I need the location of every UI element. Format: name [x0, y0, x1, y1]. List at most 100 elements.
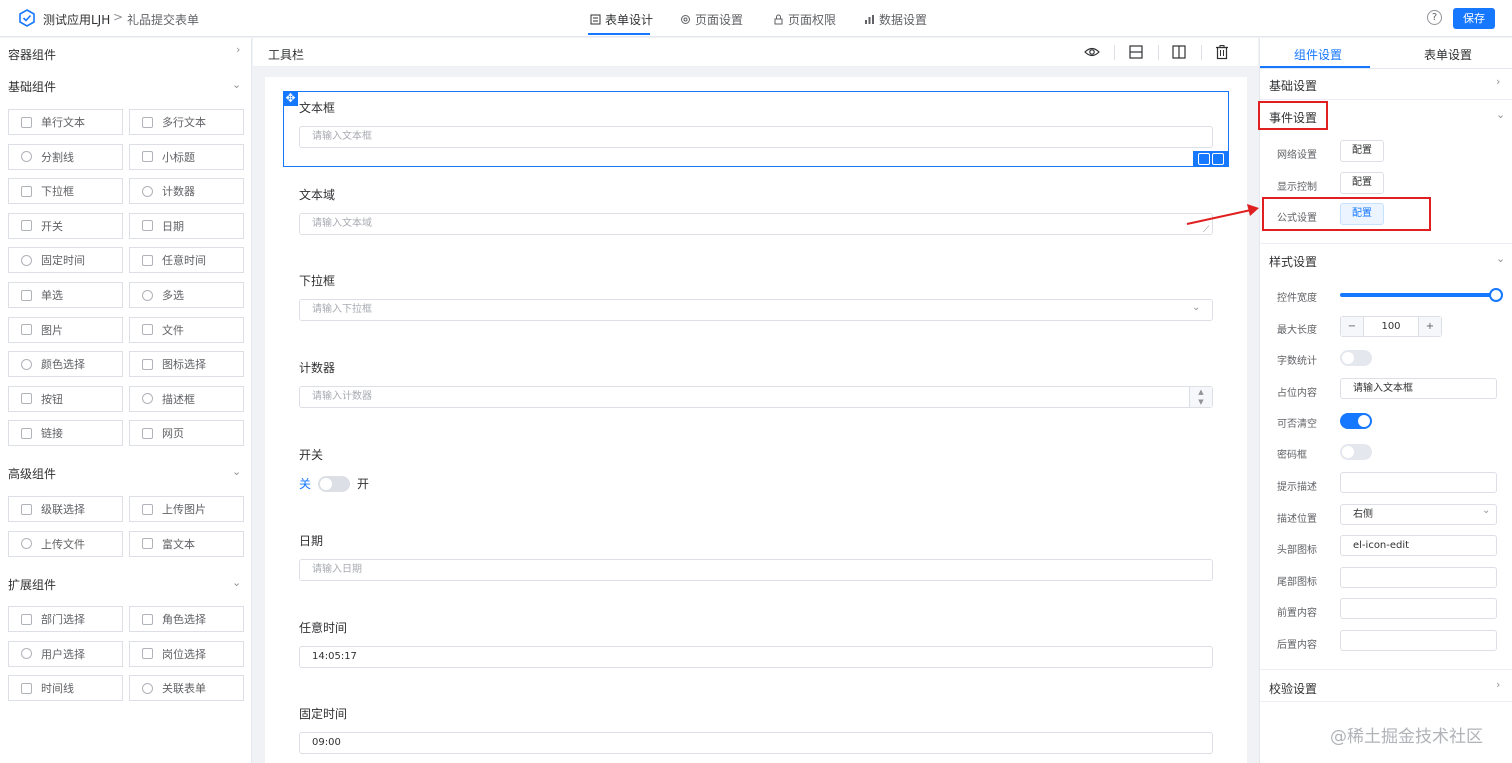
hint-input[interactable]	[1340, 472, 1497, 493]
component-item[interactable]: 上传文件	[8, 530, 123, 557]
section-basic-settings[interactable]: 基础设置	[1269, 77, 1317, 94]
component-item[interactable]: 多行文本	[129, 109, 244, 135]
component-item[interactable]: 文件	[129, 316, 244, 343]
component-label: 描述框	[162, 392, 195, 406]
chevron-down-icon[interactable]: ⌄	[232, 78, 241, 91]
component-item[interactable]: 岗位选择	[129, 640, 244, 667]
fixed-time-input[interactable]: 09:00	[299, 732, 1213, 754]
counter-input[interactable]: 请输入计数器	[299, 386, 1213, 408]
form-canvas[interactable]: ✥ 文本框 请输入文本框 文本域 请输入文本域 ⟋ 下拉框 请输入下拉框 ⌄ 计…	[265, 77, 1247, 763]
tab-data-settings[interactable]: 数据设置	[864, 11, 927, 28]
switch-toggle[interactable]	[318, 475, 351, 492]
layout-rows-icon[interactable]	[1128, 44, 1144, 60]
component-item[interactable]: 单行文本	[8, 109, 123, 135]
component-item[interactable]: 角色选择	[129, 606, 244, 632]
component-item[interactable]: 颜色选择	[8, 351, 123, 378]
component-item[interactable]: 开关	[8, 212, 123, 239]
component-label: 颜色选择	[41, 358, 85, 372]
save-button[interactable]: 保存	[1453, 8, 1495, 29]
counter-arrows[interactable]: ▲ ▼	[1189, 387, 1212, 407]
tab-page-settings[interactable]: 页面设置	[680, 11, 743, 28]
component-label: 角色选择	[162, 613, 206, 626]
group-title-extension[interactable]: 扩展组件	[8, 576, 56, 593]
component-icon	[21, 289, 32, 301]
component-item[interactable]: 时间线	[8, 675, 123, 702]
component-item[interactable]: 分割线	[8, 143, 123, 170]
tail-icon-input[interactable]	[1340, 567, 1497, 588]
component-item[interactable]: 上传图片	[129, 496, 244, 522]
textarea-input[interactable]: 请输入文本域	[299, 213, 1213, 235]
date-input[interactable]: 请输入日期	[299, 559, 1213, 581]
tab-form-design[interactable]: 表单设计	[590, 11, 653, 28]
prop-label-prefix: 前置内容	[1277, 608, 1317, 619]
component-label: 单选	[41, 289, 63, 302]
watermark: @稀土掘金技术社区	[1330, 727, 1483, 747]
help-icon[interactable]: ?	[1427, 10, 1442, 25]
group-title-advanced[interactable]: 高级组件	[8, 465, 56, 482]
suffix-input[interactable]	[1340, 630, 1497, 651]
clearable-switch[interactable]	[1340, 413, 1372, 429]
layout-columns-icon[interactable]	[1171, 44, 1187, 60]
section-validation-settings[interactable]: 校验设置	[1269, 680, 1317, 697]
component-item[interactable]: 计数器	[129, 178, 244, 205]
component-item[interactable]: 描述框	[129, 385, 244, 412]
chevron-down-icon[interactable]: ⌄	[232, 576, 241, 589]
component-item[interactable]: 任意时间	[129, 247, 244, 274]
chevron-down-icon[interactable]: ⌄	[1496, 108, 1505, 121]
component-item[interactable]: 按钮	[8, 385, 123, 412]
component-item[interactable]: 日期	[129, 212, 244, 239]
app-title[interactable]: 测试应用LJH	[43, 11, 110, 28]
eye-icon[interactable]	[1084, 44, 1100, 60]
prop-label-tail-icon: 尾部图标	[1277, 577, 1317, 588]
width-slider-track[interactable]	[1340, 293, 1492, 297]
delete-icon[interactable]	[1212, 153, 1224, 165]
component-item[interactable]: 小标题	[129, 143, 244, 170]
component-item[interactable]: 部门选择	[8, 606, 123, 632]
select-input[interactable]: 请输入下拉框	[299, 299, 1213, 321]
wordcount-switch[interactable]	[1340, 350, 1372, 366]
password-switch[interactable]	[1340, 444, 1372, 460]
any-time-input[interactable]: 14:05:17	[299, 646, 1213, 668]
group-title-basic[interactable]: 基础组件	[8, 78, 56, 95]
component-item[interactable]: 单选	[8, 282, 123, 308]
chevron-down-icon[interactable]: ⌄	[1496, 252, 1505, 265]
component-item[interactable]: 网页	[129, 420, 244, 447]
tab-component-settings[interactable]: 组件设置	[1294, 46, 1342, 63]
move-icon[interactable]: ✥	[283, 91, 298, 106]
textbox-input[interactable]: 请输入文本框	[299, 126, 1213, 148]
toolbar-divider	[1114, 45, 1115, 60]
component-item[interactable]: 链接	[8, 420, 123, 447]
annotation-box-formula-settings	[1262, 197, 1431, 231]
component-item[interactable]: 图片	[8, 316, 123, 343]
chevron-down-icon[interactable]: ⌄	[232, 465, 241, 478]
component-item[interactable]: 图标选择	[129, 351, 244, 378]
trash-icon[interactable]	[1214, 44, 1230, 60]
section-style-settings[interactable]: 样式设置	[1269, 253, 1317, 270]
copy-icon[interactable]	[1198, 153, 1210, 165]
maxlength-value[interactable]: 100	[1363, 317, 1419, 336]
width-slider-handle[interactable]	[1489, 288, 1503, 302]
chevron-right-icon[interactable]: ›	[1496, 678, 1500, 691]
head-icon-input[interactable]: el-icon-edit	[1340, 535, 1497, 556]
component-item[interactable]: 关联表单	[129, 675, 244, 702]
tab-page-permissions[interactable]: 页面权限	[773, 11, 836, 28]
prefix-input[interactable]	[1340, 598, 1497, 619]
prop-label-maxlength: 最大长度	[1277, 325, 1317, 336]
chevron-right-icon[interactable]: ›	[236, 43, 240, 56]
group-title-container[interactable]: 容器组件	[8, 46, 56, 63]
component-item[interactable]: 富文本	[129, 530, 244, 557]
increase-button[interactable]: +	[1419, 317, 1441, 336]
network-config-button[interactable]: 配置	[1340, 140, 1384, 162]
component-item[interactable]: 下拉框	[8, 178, 123, 205]
component-icon	[21, 538, 32, 550]
tab-form-settings[interactable]: 表单设置	[1424, 46, 1472, 63]
placeholder-input[interactable]: 请输入文本框	[1340, 378, 1497, 399]
display-config-button[interactable]: 配置	[1340, 172, 1384, 194]
component-item[interactable]: 固定时间	[8, 247, 123, 274]
component-item[interactable]: 级联选择	[8, 496, 123, 522]
component-item[interactable]: 多选	[129, 282, 244, 308]
desc-position-select[interactable]: 右侧	[1340, 504, 1497, 525]
decrease-button[interactable]: −	[1341, 317, 1363, 336]
component-item[interactable]: 用户选择	[8, 640, 123, 667]
chevron-right-icon[interactable]: ›	[1496, 75, 1500, 88]
